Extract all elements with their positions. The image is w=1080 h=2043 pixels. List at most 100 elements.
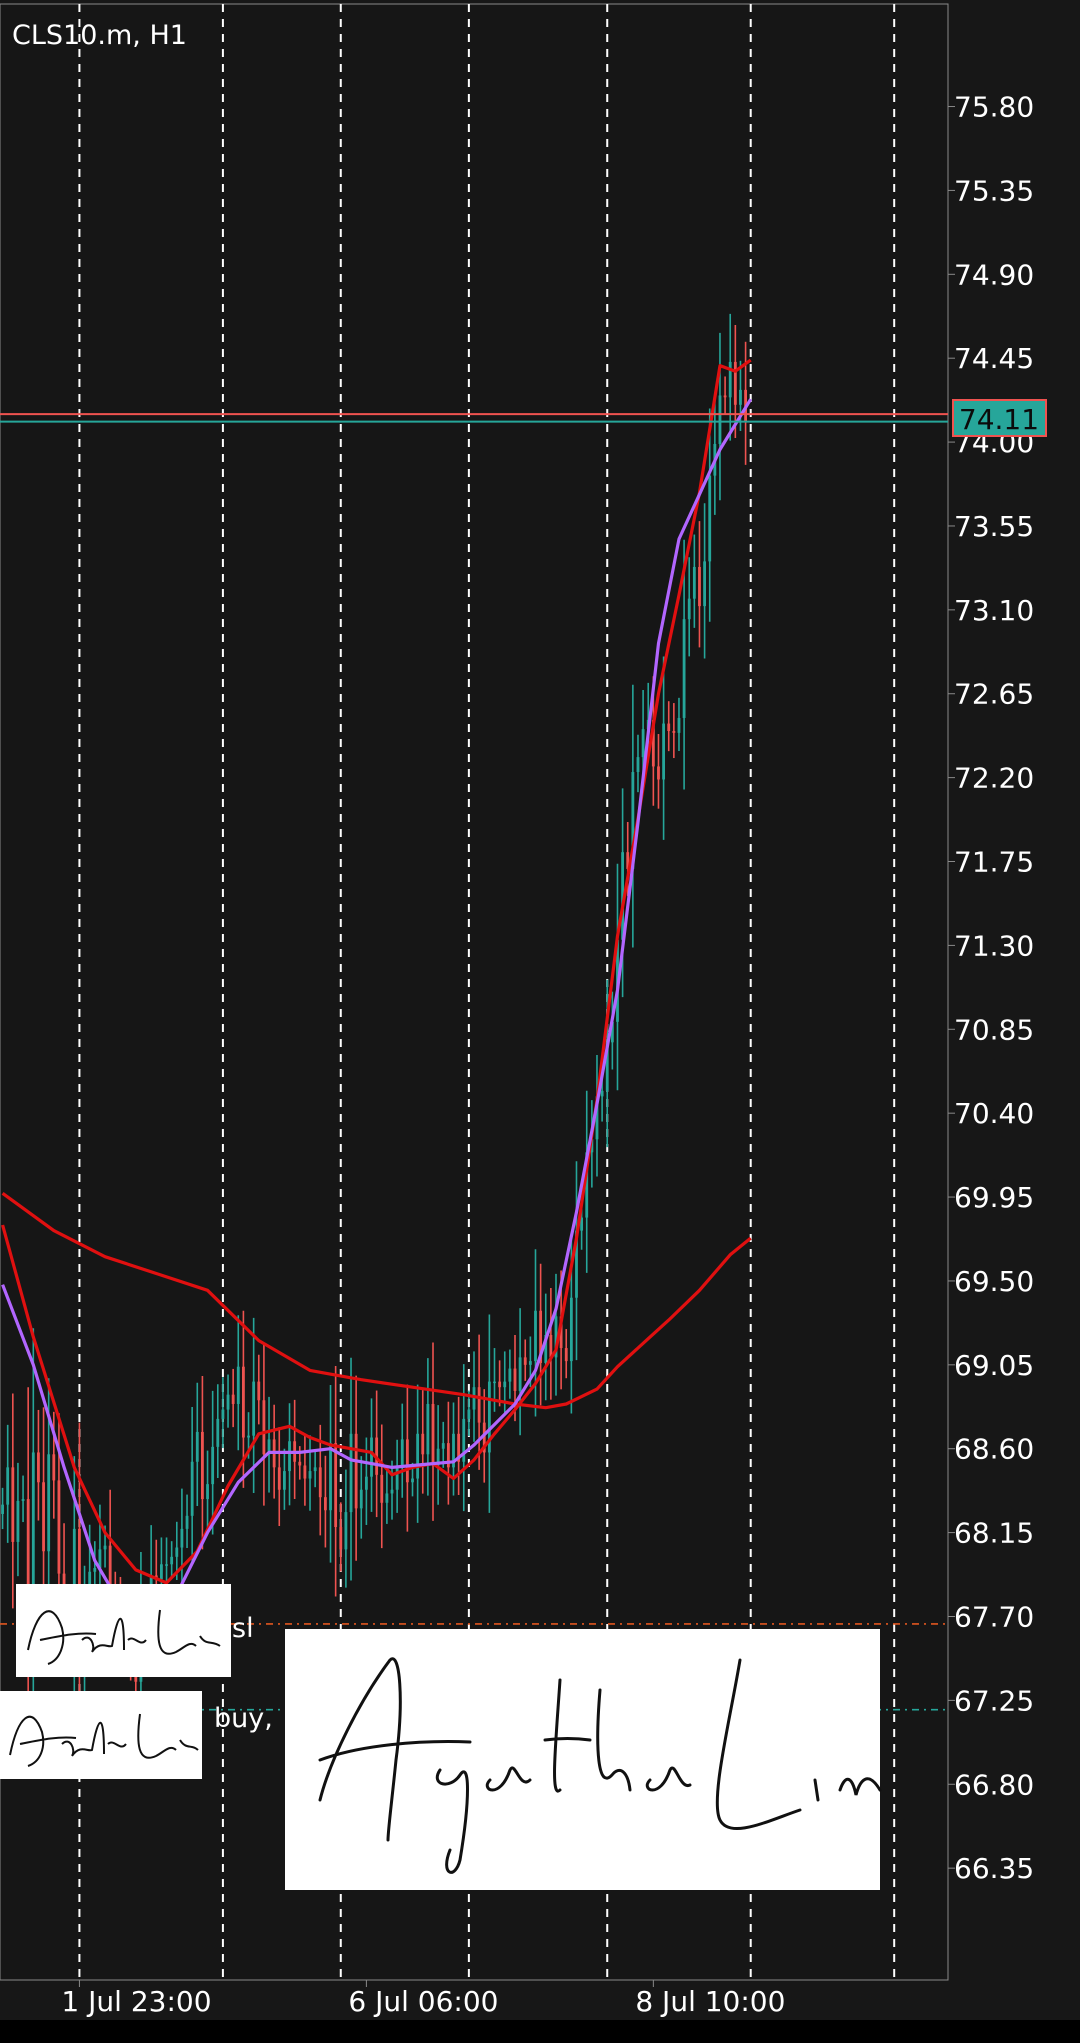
candle-body [308, 1471, 312, 1479]
candle-body [190, 1461, 194, 1516]
candle-body [252, 1381, 256, 1436]
candle-body [405, 1439, 409, 1483]
candle-body [93, 1568, 97, 1572]
candle-body [534, 1310, 537, 1362]
candle-body [733, 361, 737, 405]
x-tick-label: 1 Jul 23:00 [61, 1985, 211, 2018]
candle-body [221, 1409, 225, 1419]
candle-body [329, 1443, 332, 1511]
candle-body [201, 1431, 204, 1500]
bottom-bar [0, 2020, 1080, 2039]
candle-body [600, 1090, 604, 1097]
price-chart: 75.8075.3574.9074.4574.0073.5573.1072.65… [0, 0, 1080, 2039]
candle-body [211, 1446, 215, 1485]
candle-body [313, 1467, 317, 1472]
candle-body [677, 717, 681, 733]
candle-body [165, 1564, 168, 1566]
candle-body [185, 1515, 189, 1529]
candle-body [698, 566, 701, 607]
candle-body [395, 1465, 399, 1490]
candle-body [334, 1443, 338, 1528]
y-tick-label: 75.80 [954, 91, 1034, 124]
candle-body [216, 1418, 220, 1447]
y-tick-label: 68.60 [954, 1433, 1034, 1466]
candle-body [42, 1482, 45, 1552]
candle-body [513, 1368, 517, 1391]
buy-line-label: buy, [214, 1703, 273, 1734]
candle-body [1, 1504, 4, 1514]
candle-body [195, 1431, 199, 1462]
candle-body [739, 389, 742, 405]
candle-body [236, 1366, 240, 1404]
y-tick-label: 74.90 [954, 258, 1034, 291]
candle-body [703, 561, 707, 607]
y-tick-label: 73.55 [954, 510, 1034, 543]
y-tick-label: 69.95 [954, 1181, 1034, 1214]
x-tick-label: 8 Jul 10:00 [635, 1985, 785, 2018]
candle-body [657, 766, 660, 780]
candle-body [569, 1297, 573, 1362]
candle-body [728, 361, 732, 398]
y-tick-label: 71.75 [954, 846, 1034, 879]
candle-body [441, 1443, 445, 1449]
candle-body [672, 731, 676, 733]
chart-title: CLS10.m, H1 [12, 20, 187, 51]
candle-body [52, 1454, 56, 1481]
candle-body [354, 1433, 358, 1509]
candle-body [467, 1409, 471, 1419]
candle-body [426, 1403, 430, 1455]
candle-body [508, 1368, 512, 1382]
candle-body [16, 1500, 20, 1542]
candle-body [390, 1489, 394, 1494]
y-tick-label: 68.15 [954, 1517, 1034, 1550]
candle-body [416, 1433, 420, 1479]
y-tick-label: 73.10 [954, 594, 1034, 627]
candle-body [349, 1433, 353, 1513]
candle-body [662, 723, 666, 780]
current-price-label: 74.11 [959, 403, 1039, 436]
y-tick-label: 67.70 [954, 1600, 1034, 1633]
y-tick-label: 70.85 [954, 1013, 1034, 1046]
candle-body [103, 1545, 107, 1550]
y-tick-label: 74.45 [954, 342, 1034, 375]
candle-body [180, 1528, 184, 1548]
y-tick-label: 75.35 [954, 174, 1034, 207]
y-tick-label: 72.20 [954, 762, 1034, 795]
candle-body [170, 1556, 174, 1565]
candle-body [262, 1400, 266, 1455]
candle-body [718, 395, 722, 444]
candle-body [298, 1461, 302, 1466]
time-axis: 1 Jul 23:00 6 Jul 06:00 8 Jul 10:00 [61, 1980, 785, 2018]
candle-body [682, 619, 686, 718]
candle-body [323, 1497, 327, 1511]
candle-body [411, 1478, 414, 1483]
y-tick-label: 69.50 [954, 1265, 1034, 1298]
y-tick-label: 70.40 [954, 1097, 1034, 1130]
candle-body [47, 1454, 51, 1552]
candle-body [385, 1493, 389, 1503]
candle-body [564, 1348, 568, 1362]
sl-line-label: sl [232, 1613, 254, 1644]
candle-body [503, 1381, 507, 1388]
candle-body [380, 1474, 384, 1503]
candle-body [723, 395, 727, 398]
candle-body [344, 1512, 348, 1550]
signature-watermark-small-2 [0, 1691, 202, 1779]
candle-body [175, 1547, 179, 1557]
candle-body [477, 1387, 481, 1423]
candle-body [6, 1467, 10, 1505]
candle-body [498, 1381, 502, 1388]
y-tick-label: 66.35 [954, 1852, 1034, 1885]
y-tick-label: 71.30 [954, 929, 1034, 962]
candle-body [241, 1366, 245, 1438]
candle-body [493, 1381, 496, 1384]
signature-watermark-small-1 [16, 1584, 231, 1677]
candle-body [708, 475, 712, 562]
candle-body [518, 1357, 522, 1391]
candle-body [277, 1467, 281, 1490]
y-tick-label: 66.80 [954, 1768, 1034, 1801]
candle-body [318, 1467, 322, 1498]
candle-body [21, 1499, 25, 1501]
candle-body [667, 723, 671, 732]
candle-body [687, 598, 691, 620]
